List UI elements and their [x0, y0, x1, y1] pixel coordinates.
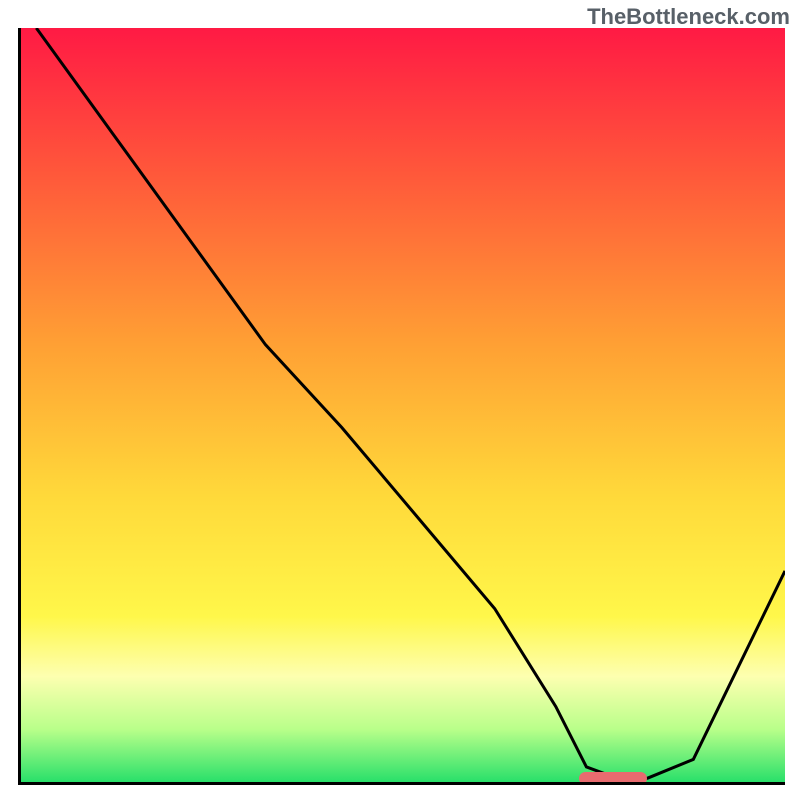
- chart-plot-area: [18, 28, 785, 785]
- chart-svg: [21, 28, 785, 782]
- optimal-range-marker: [579, 772, 648, 785]
- chart-background: [21, 28, 785, 782]
- watermark-text: TheBottleneck.com: [587, 4, 790, 30]
